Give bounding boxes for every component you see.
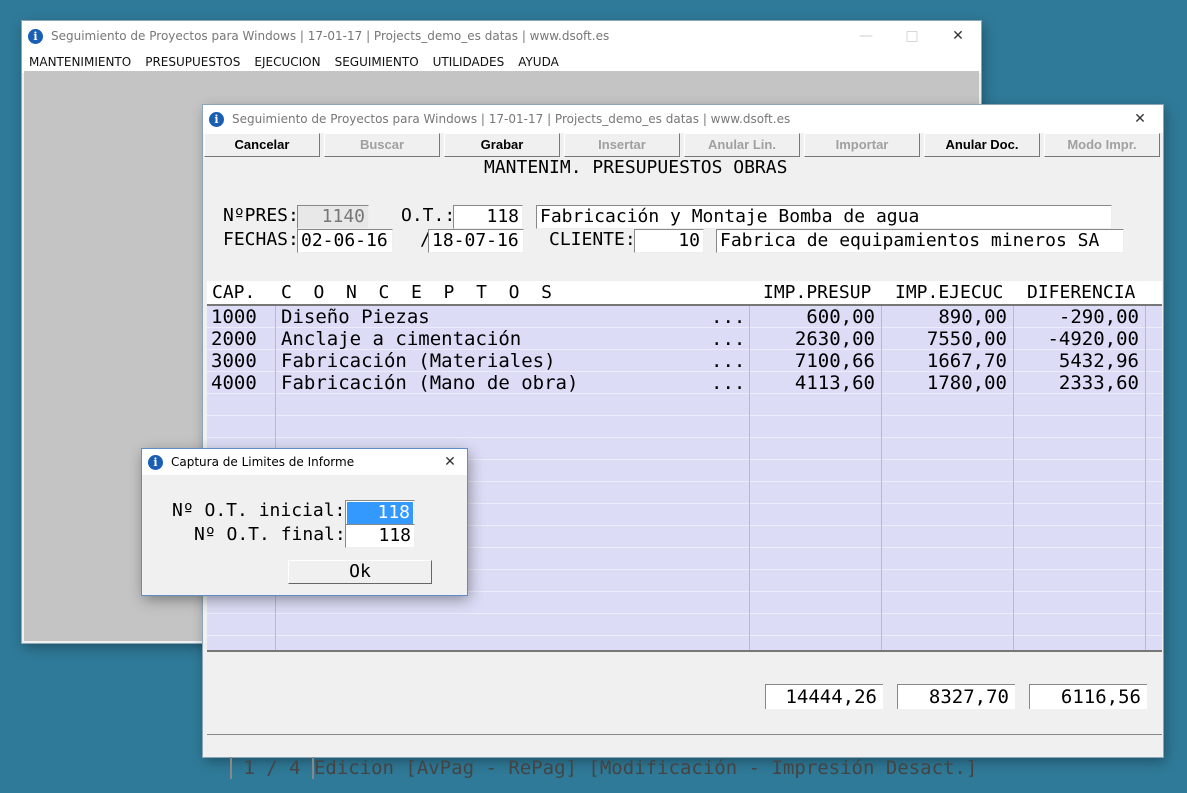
col-header-imp-ejecuc[interactable]: IMP.EJECUC — [895, 281, 1003, 304]
page-title: MANTENIM. PRESUPUESTOS OBRAS — [484, 157, 788, 178]
dialog-titlebar[interactable]: i Captura de Limites de Informe ✕ — [142, 449, 467, 475]
total-presup: 14444,26 — [765, 684, 883, 709]
cap-cell[interactable]: 1000 — [211, 306, 257, 328]
main-titlebar[interactable]: i Seguimiento de Proyectos para Windows … — [22, 21, 981, 51]
cap-cell[interactable]: 2000 — [211, 328, 257, 350]
selected-text: 118 — [347, 502, 413, 524]
grid-bottom-border — [207, 650, 1162, 652]
concept-cell[interactable]: Diseño Piezas — [281, 306, 430, 328]
child-titlebar[interactable]: i Seguimiento de Proyectos para Windows … — [203, 105, 1163, 133]
close-icon[interactable]: ✕ — [1117, 105, 1163, 133]
table-header: CAP. C O N C E P T O S IMP.PRESUP IMP.EJ… — [207, 281, 1162, 306]
ejecuc-cell[interactable]: 7550,00 — [883, 328, 1007, 350]
more-ellipsis[interactable]: ... — [711, 372, 745, 394]
page-indicator: 1 / 4 — [229, 757, 312, 779]
presup-cell[interactable]: 600,00 — [751, 306, 875, 328]
minimize-icon[interactable]: — — [843, 21, 889, 51]
col-header-imp-presup[interactable]: IMP.PRESUP — [763, 281, 871, 304]
cap-cell[interactable]: 4000 — [211, 372, 257, 394]
cliente-label: CLIENTE: — [549, 229, 636, 250]
maximize-icon[interactable]: □ — [889, 21, 935, 51]
total-ejecuc: 8327,70 — [897, 684, 1015, 709]
ok-button[interactable]: Ok — [288, 560, 432, 584]
search-button[interactable]: Buscar — [324, 133, 440, 157]
save-button[interactable]: Grabar — [444, 133, 560, 157]
fechas-label: FECHAS: — [223, 229, 299, 250]
col-header-cap[interactable]: CAP. — [212, 281, 255, 304]
ot-final-field[interactable]: 118 — [345, 524, 415, 548]
menu-mantenimiento[interactable]: MANTENIMIENTO — [29, 55, 131, 69]
child-title: Seguimiento de Proyectos para Windows | … — [232, 112, 791, 126]
status-text: Edicion [AvPag - RePag] [Modificación - … — [311, 757, 978, 779]
col-header-conceptos[interactable]: C O N C E P T O S — [281, 281, 552, 304]
concept-cell[interactable]: Fabricación (Mano de obra) — [281, 372, 578, 394]
dif-cell[interactable]: 2333,60 — [1015, 372, 1139, 394]
concept-cell[interactable]: Fabricación (Materiales) — [281, 350, 556, 372]
dialog-title: Captura de Limites de Informe — [171, 455, 355, 469]
menu-ayuda[interactable]: AYUDA — [518, 55, 559, 69]
cancel-button[interactable]: Cancelar — [204, 133, 320, 157]
close-icon[interactable]: ✕ — [433, 449, 467, 475]
npres-field[interactable]: 1140 — [297, 205, 369, 229]
menu-utilidades[interactable]: UTILIDADES — [433, 55, 505, 69]
close-icon[interactable]: ✕ — [935, 21, 981, 51]
cancel-line-button[interactable]: Anular Lin. — [684, 133, 800, 157]
ot-inicial-label: Nº O.T. inicial: — [172, 500, 346, 521]
cap-cell[interactable]: 3000 — [211, 350, 257, 372]
col-header-diferencia[interactable]: DIFERENCIA — [1027, 281, 1135, 304]
menu-seguimiento[interactable]: SEGUIMIENTO — [335, 55, 419, 69]
concept-cell[interactable]: Anclaje a cimentación — [281, 328, 521, 350]
presup-cell[interactable]: 7100,66 — [751, 350, 875, 372]
end-date-field[interactable]: 18-07-16 — [428, 229, 524, 253]
ot-final-label: Nº O.T. final: — [194, 524, 346, 545]
more-ellipsis[interactable]: ... — [711, 350, 745, 372]
info-icon: i — [148, 454, 163, 470]
ot-label: O.T.: — [401, 205, 456, 226]
total-diferencia: 6116,56 — [1029, 684, 1147, 709]
main-title: Seguimiento de Proyectos para Windows | … — [51, 29, 610, 43]
ejecuc-cell[interactable]: 1780,00 — [883, 372, 1007, 394]
dif-cell[interactable]: -4920,00 — [1015, 328, 1139, 350]
ot-field[interactable]: 118 — [453, 205, 523, 229]
ot-description-field[interactable]: Fabricación y Montaje Bomba de agua — [536, 205, 1112, 229]
ot-inicial-field[interactable]: 118 — [345, 500, 415, 526]
main-menubar: MANTENIMIENTO PRESUPUESTOS EJECUCION SEG… — [22, 51, 981, 73]
dif-cell[interactable]: 5432,96 — [1015, 350, 1139, 372]
ejecuc-cell[interactable]: 1667,70 — [883, 350, 1007, 372]
menu-presupuestos[interactable]: PRESUPUESTOS — [145, 55, 240, 69]
npres-label: NºPRES: — [223, 205, 299, 226]
client-description-field[interactable]: Fabrica de equipamientos mineros SA — [716, 229, 1124, 253]
import-button[interactable]: Importar — [804, 133, 920, 157]
status-bar: 1 / 4 Edicion [AvPag - RePag] [Modificaci… — [207, 734, 1162, 779]
info-icon: i — [209, 111, 224, 127]
cancel-doc-button[interactable]: Anular Doc. — [924, 133, 1040, 157]
dif-cell[interactable]: -290,00 — [1015, 306, 1139, 328]
insert-button[interactable]: Insertar — [564, 133, 680, 157]
start-date-field[interactable]: 02-06-16 — [297, 229, 393, 253]
info-icon: i — [28, 28, 43, 44]
menu-ejecucion[interactable]: EJECUCION — [254, 55, 320, 69]
client-field[interactable]: 10 — [634, 229, 704, 253]
more-ellipsis[interactable]: ... — [711, 328, 745, 350]
print-mode-button[interactable]: Modo Impr. — [1044, 133, 1160, 157]
presup-cell[interactable]: 4113,60 — [751, 372, 875, 394]
more-ellipsis[interactable]: ... — [711, 306, 745, 328]
presup-cell[interactable]: 2630,00 — [751, 328, 875, 350]
ejecuc-cell[interactable]: 890,00 — [883, 306, 1007, 328]
